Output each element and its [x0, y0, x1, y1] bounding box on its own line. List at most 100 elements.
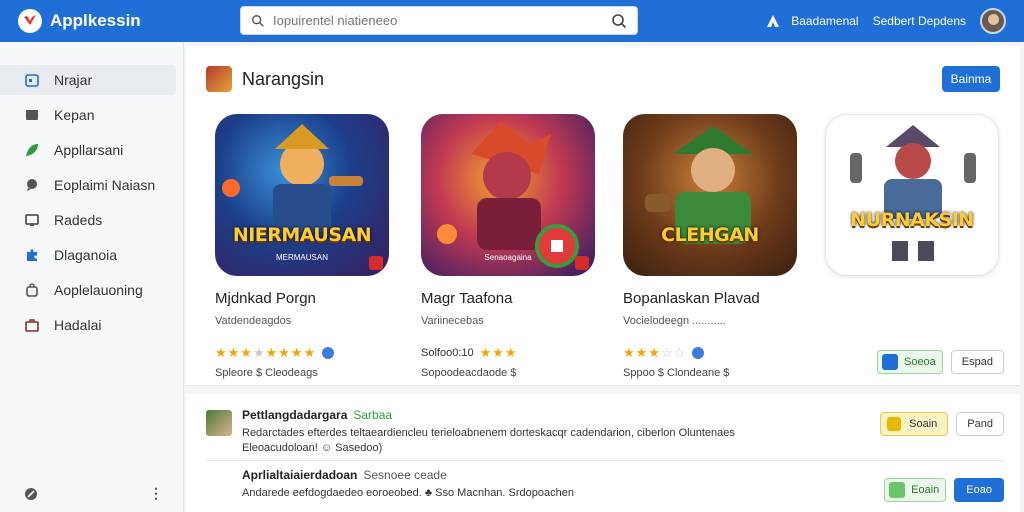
- puzzle-icon: [24, 247, 40, 263]
- app-art-subtitle: MERMAUSAN: [275, 253, 328, 262]
- section-action-button[interactable]: Bainma: [942, 66, 1000, 92]
- app-art-subtitle: Senaoagaina: [484, 253, 532, 262]
- sidebar-item-aoplelauoning[interactable]: Aoplelauoning: [0, 275, 176, 305]
- star-rating: ★★★★★★★★: [215, 345, 317, 360]
- app-thumbnail[interactable]: NURNAKSIN: [825, 114, 999, 276]
- app-thumbnail[interactable]: Senaoagaina: [421, 114, 595, 276]
- app-rating: ★★★★★★★★: [215, 345, 405, 361]
- account-icon[interactable]: [765, 13, 781, 29]
- leaf-icon: [24, 142, 40, 158]
- search-icon: [252, 14, 264, 27]
- sidebar-item-radeds[interactable]: Radeds: [0, 205, 176, 235]
- page-button[interactable]: Pand: [956, 412, 1004, 436]
- settings-icon[interactable]: [24, 487, 38, 501]
- list-item-title[interactable]: Pettlangdadargara Sarbaa: [242, 408, 392, 422]
- install-label: Soeoa: [903, 356, 936, 368]
- list-item-description: Andarede eefdogdaedeo eoroeobed. ♣ Sso M…: [242, 487, 574, 499]
- verified-icon: [692, 347, 705, 359]
- more-options-icon[interactable]: ⋮: [149, 485, 163, 502]
- sidebar: Nrajar Kepan Appllarsani Eoplaimi Naiasn…: [0, 42, 184, 512]
- list-item-tag: Sarbaa: [353, 408, 393, 422]
- sidebar-item-appllarsani[interactable]: Appllarsani: [0, 135, 176, 165]
- install-icon: [881, 354, 898, 370]
- app-meta: Spleore $ Cleodeags: [215, 367, 318, 379]
- list-item-title[interactable]: Aprlialtaiaierdadoan Sesnoee ceade: [242, 468, 447, 482]
- app-name[interactable]: Magr Taafona: [421, 290, 611, 307]
- search-bar[interactable]: [240, 6, 638, 35]
- install-icon: [889, 482, 906, 498]
- header-link-2[interactable]: Sedbert Depdens: [873, 14, 966, 28]
- sidebar-item-kepan[interactable]: Kepan: [0, 100, 176, 130]
- app-meta: Sppoo $ Clondeane $: [623, 367, 730, 379]
- list-item[interactable]: Pettlangdadargara Sarbaa Redarctades efte…: [206, 408, 1004, 458]
- list-item[interactable]: Aprlialtaiaierdadoan Sesnoee ceade Andare…: [206, 468, 1004, 508]
- list-item-description: Redarctades efterdes teltaeardiencleu te…: [242, 427, 735, 454]
- install-button[interactable]: Soeoa: [876, 350, 943, 374]
- app-card[interactable]: NIERMAUSAN MERMAUSAN Mjdnkad Porgn Vatde…: [215, 114, 405, 379]
- star-rating: ★★★☆☆: [623, 345, 687, 360]
- app-meta: Sopoodeacdaode $: [421, 367, 517, 379]
- app-name: Applkessin: [50, 11, 141, 30]
- section-icon: [206, 66, 232, 92]
- app-name[interactable]: Bopanlaskan Plavad: [623, 290, 813, 307]
- bag-icon: [24, 282, 40, 298]
- sidebar-item-eoplaimi[interactable]: Eoplaimi Naiasn: [0, 170, 176, 200]
- folder-icon: [24, 107, 40, 123]
- list-divider: [206, 460, 1004, 461]
- sidebar-item-label: Eoplaimi Naiasn: [54, 177, 156, 193]
- featured-section: Narangsin Bainma NIERMAUSAN MERMAUSAN Mj…: [186, 46, 1020, 386]
- screen-icon: [24, 212, 40, 228]
- open-button[interactable]: Eoao: [954, 478, 1004, 502]
- hero-illustration-icon: [437, 122, 579, 268]
- rating-prefix: Solfoo0:10: [421, 347, 474, 359]
- app-card[interactable]: NURNAKSIN: [825, 114, 1015, 276]
- sidebar-item-label: Radeds: [54, 212, 103, 228]
- brand[interactable]: Applkessin: [18, 9, 238, 33]
- app-badge-icon: [575, 256, 589, 270]
- sidebar-item-label: Appllarsani: [54, 142, 124, 158]
- sidebar-item-dlaganoia[interactable]: Dlaganoia: [0, 240, 176, 270]
- sidebar-item-nrajar[interactable]: Nrajar: [0, 65, 176, 95]
- search-input[interactable]: [273, 13, 611, 28]
- list-item-title-text: Aprlialtaiaierdadoan: [242, 468, 358, 482]
- app-card[interactable]: Senaoagaina Magr Taafona Variinecebas So…: [421, 114, 611, 379]
- install-button[interactable]: Eoain: [884, 478, 947, 502]
- install-label: Eoain: [911, 484, 940, 496]
- avatar[interactable]: [980, 8, 1006, 34]
- sidebar-item-label: Kepan: [54, 107, 95, 123]
- sidebar-item-hadalai[interactable]: Hadalai: [0, 310, 176, 340]
- app-list: Pettlangdadargara Sarbaa Redarctades efte…: [186, 394, 1020, 512]
- section-title: Narangsin: [242, 68, 325, 89]
- app-developer: Vatdendeagdos: [215, 315, 292, 327]
- expand-button[interactable]: Espad: [950, 350, 1004, 374]
- briefcase-icon: [24, 317, 40, 333]
- app-art-title: CLEHGAN: [661, 224, 759, 246]
- hero-illustration-icon: [850, 125, 976, 261]
- header-link-1[interactable]: Baadamenal: [791, 14, 858, 28]
- app-name[interactable]: Mjdnkad Porgn: [215, 290, 405, 307]
- sidebar-item-label: Hadalai: [54, 317, 102, 333]
- sidebar-item-label: Dlaganoia: [54, 247, 118, 263]
- app-logo-icon: [18, 9, 42, 33]
- app-rating: Solfoo0:10 ★★★: [421, 345, 611, 361]
- hero-illustration-icon: [222, 124, 363, 232]
- search-submit-icon[interactable]: [611, 13, 627, 29]
- save-icon: [887, 417, 902, 431]
- chat-icon: [24, 177, 40, 193]
- save-button[interactable]: Soain: [880, 412, 949, 436]
- list-item-tag: Sesnoee ceade: [363, 468, 447, 482]
- star-rating: ★★★: [479, 345, 518, 360]
- app-art-title: NIERMAUSAN: [232, 224, 372, 246]
- calendar-icon: [24, 72, 40, 88]
- app-thumbnail[interactable]: NIERMAUSAN MERMAUSAN: [215, 114, 389, 276]
- app-badge-icon: [369, 256, 383, 270]
- sidebar-item-label: Aoplelauoning: [54, 282, 143, 298]
- list-thumbnail: [206, 410, 232, 436]
- app-thumbnail[interactable]: CLEHGAN: [623, 114, 797, 276]
- app-developer: Vocielodeegn ...........: [623, 315, 726, 327]
- verified-icon: [322, 347, 335, 359]
- app-art-title: NURNAKSIN: [850, 209, 974, 231]
- app-developer: Variinecebas: [421, 315, 484, 327]
- app-rating: ★★★☆☆: [623, 345, 813, 361]
- app-card[interactable]: CLEHGAN Bopanlaskan Plavad Vocielodeegn …: [623, 114, 813, 379]
